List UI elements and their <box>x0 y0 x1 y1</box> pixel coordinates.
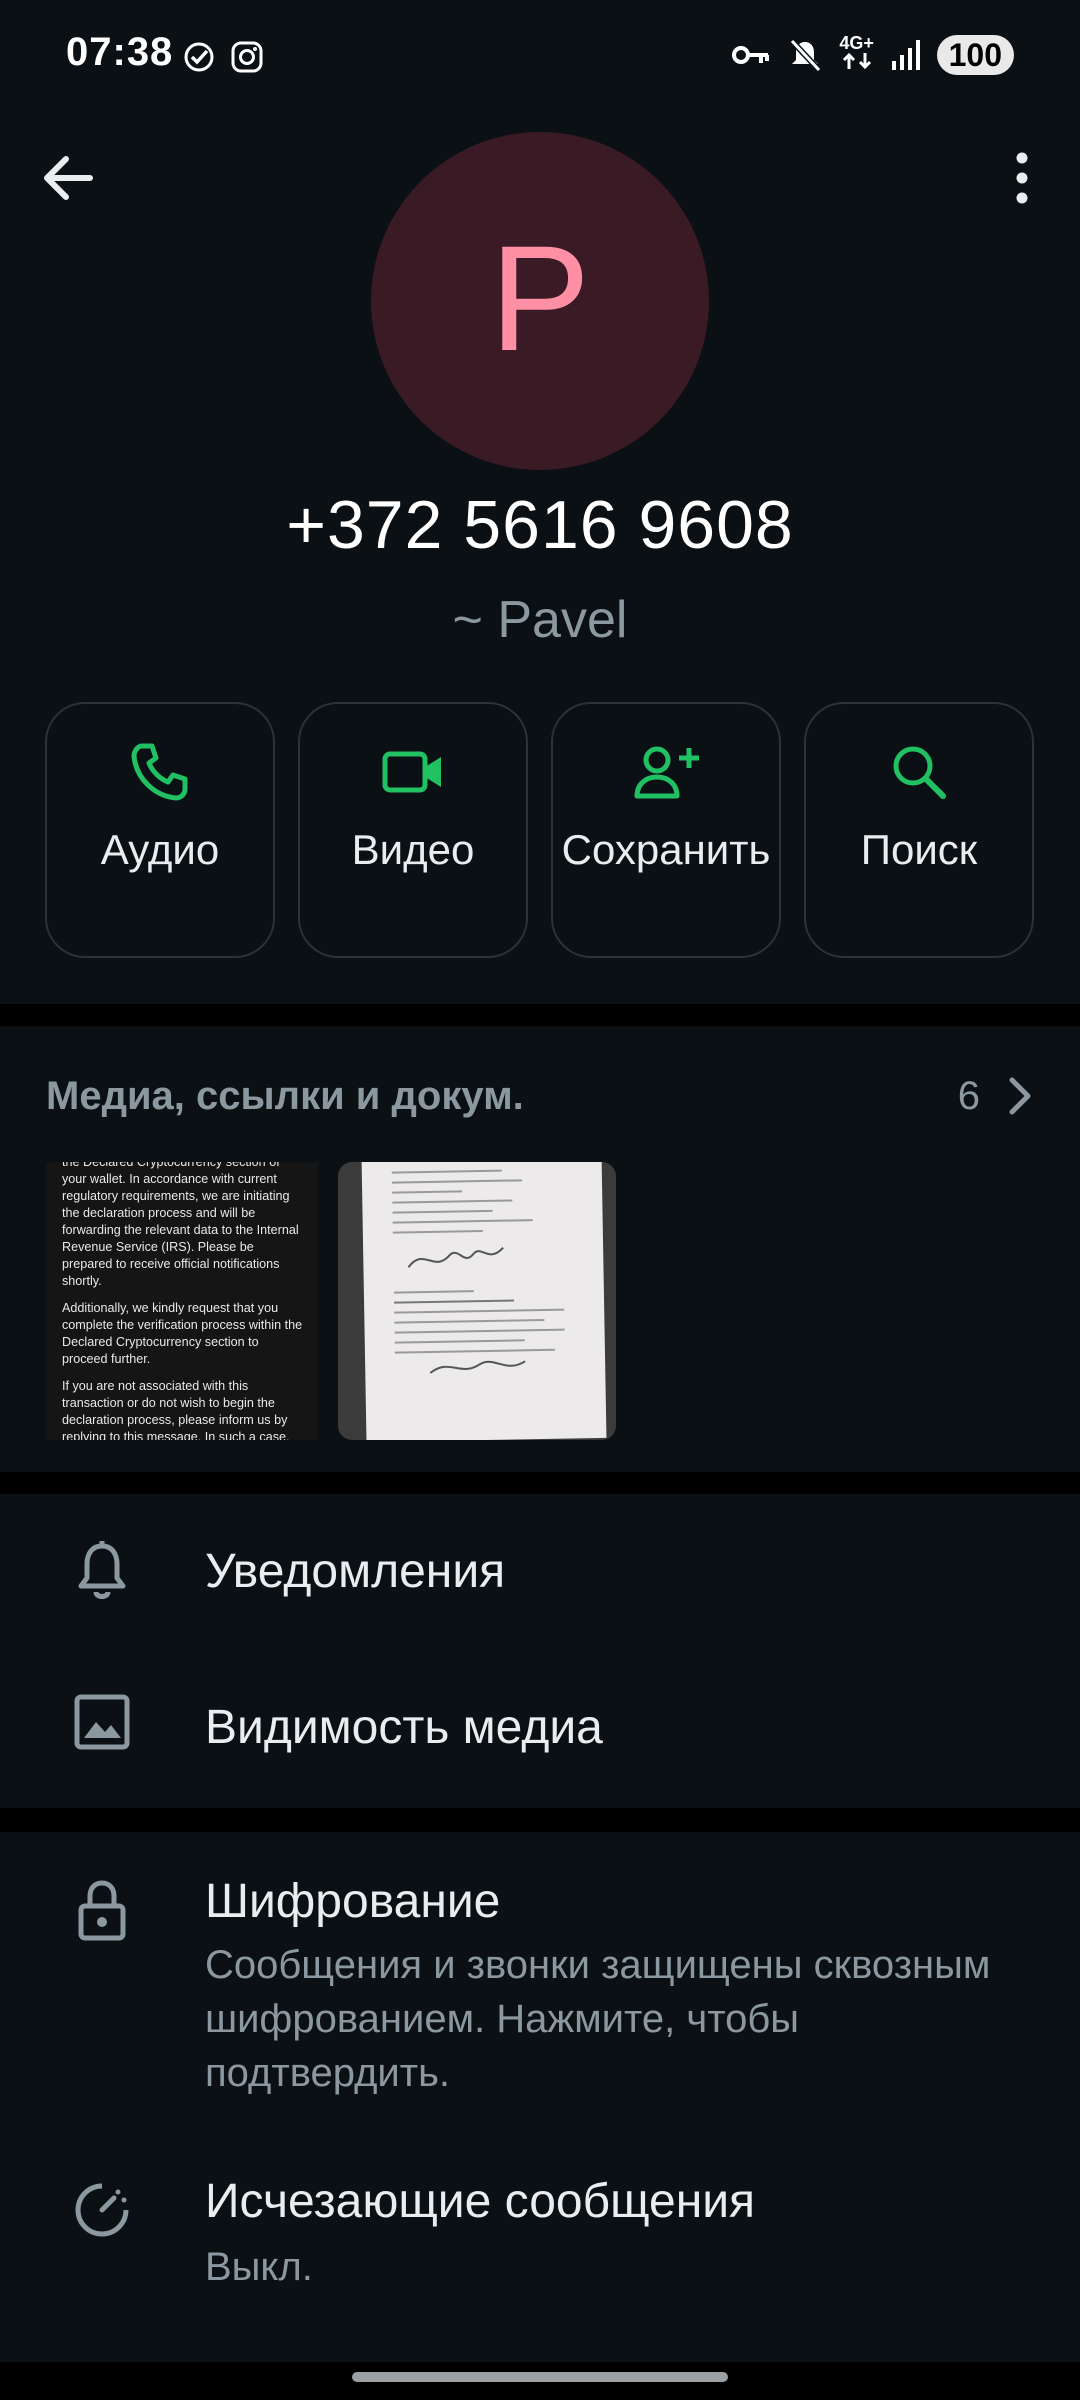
contact-alias: ~ Pavel <box>452 591 628 649</box>
status-bar: 07:38 4G+ 100 <box>0 0 1080 98</box>
status-time: 07:38 <box>66 30 174 74</box>
action-buttons: Аудио Видео Сохранить Поиск <box>45 702 1035 958</box>
media-section-title: Медиа, ссылки и докум. <box>46 1074 524 1118</box>
encryption-subtitle: Сообщения и звонки защищены сквозным шиф… <box>205 1943 991 2095</box>
encryption-row[interactable]: Шифрование Сообщения и звонки защищены с… <box>0 1832 1080 2132</box>
signal-icon <box>891 39 920 70</box>
home-indicator[interactable] <box>352 2372 728 2382</box>
document-paper-image <box>361 1162 607 1440</box>
disappearing-timer-icon <box>75 2183 129 2237</box>
image-icon <box>74 1694 130 1750</box>
data-arrows-icon <box>842 52 871 70</box>
thumb-text-1: the Declared Cryptocurrency section of y… <box>62 1162 299 1288</box>
vpn-key-icon <box>731 45 769 64</box>
thumb-text-2: Additionally, we kindly request that you… <box>62 1301 303 1366</box>
disappearing-messages-row[interactable]: Исчезающие сообщения Выкл. <box>0 2132 1080 2362</box>
arrow-left-icon <box>44 156 93 200</box>
contact-phone: +372 5616 9608 <box>286 487 794 563</box>
media-thumbnail-text-screenshot[interactable]: the Declared Cryptocurrency section of y… <box>46 1162 318 1440</box>
avatar[interactable]: P <box>371 132 709 470</box>
search-label: Поиск <box>860 826 978 873</box>
battery-indicator: 100 <box>936 34 1014 75</box>
disappearing-messages-title: Исчезающие сообщения <box>205 2175 756 2228</box>
signature-2-icon <box>429 1360 526 1374</box>
phone-icon <box>131 743 188 801</box>
muted-icon <box>789 38 821 72</box>
profile-header: P +372 5616 9608 ~ Pavel Аудио Видео Сох… <box>0 98 1080 1004</box>
notifications-row[interactable]: Уведомления <box>0 1494 1080 1652</box>
signature-icon <box>407 1246 504 1268</box>
contact-info-screen: 07:38 4G+ 100 P +372 5616 9608 ~ Pavel А… <box>0 0 1080 2400</box>
avatar-letter: P <box>489 213 591 382</box>
search-icon <box>893 746 946 799</box>
audio-call-label: Аудио <box>100 826 220 873</box>
media-count: 6 <box>957 1074 980 1118</box>
media-visibility-label: Видимость медиа <box>205 1701 603 1754</box>
encryption-title: Шифрование <box>205 1875 501 1928</box>
media-section[interactable]: Медиа, ссылки и докум. 6 the Declared Cr… <box>0 1026 1080 1472</box>
media-visibility-row[interactable]: Видимость медиа <box>0 1652 1080 1808</box>
disappearing-messages-value: Выкл. <box>205 2245 313 2289</box>
save-contact-button[interactable]: Сохранить <box>551 702 781 958</box>
network-type: 4G+ <box>839 33 874 53</box>
lock-icon <box>78 1880 126 1941</box>
add-contact-icon <box>634 746 699 799</box>
thumb-text-3: If you are not associated with this tran… <box>62 1379 290 1440</box>
save-contact-label: Сохранить <box>561 826 771 873</box>
video-call-button[interactable]: Видео <box>298 702 528 958</box>
instagram-icon <box>231 41 263 73</box>
settings-group-privacy: Шифрование Сообщения и звонки защищены с… <box>0 1832 1080 2362</box>
settings-group-notifications: Уведомления Видимость медиа <box>0 1494 1080 1808</box>
audio-call-button[interactable]: Аудио <box>45 702 275 958</box>
more-options-button[interactable] <box>1004 150 1040 206</box>
bell-icon <box>78 1541 126 1599</box>
video-icon <box>382 751 441 793</box>
search-button[interactable]: Поиск <box>804 702 1034 958</box>
check-badge-icon <box>184 42 214 72</box>
media-thumbnail-document-photo[interactable] <box>338 1162 616 1440</box>
video-call-label: Видео <box>351 826 475 873</box>
more-vertical-icon <box>1016 152 1028 204</box>
notifications-label: Уведомления <box>205 1545 506 1598</box>
back-button[interactable] <box>36 146 100 210</box>
chevron-right-icon <box>1009 1077 1031 1115</box>
